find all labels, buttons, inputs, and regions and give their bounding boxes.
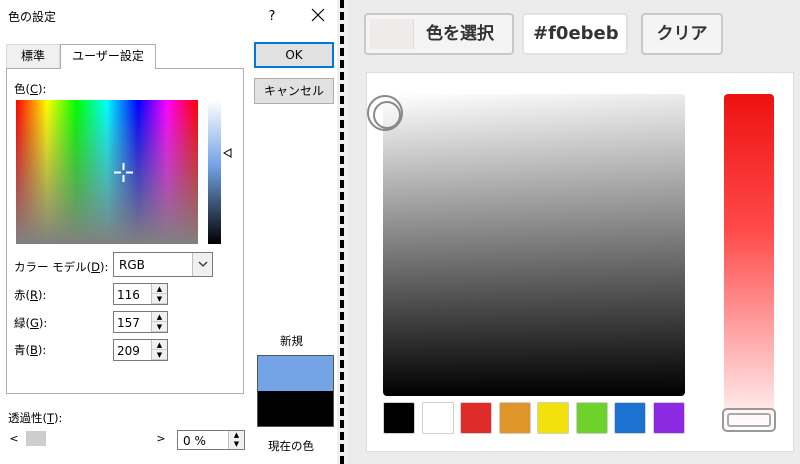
new-color-swatch — [257, 355, 334, 391]
select-color-button[interactable]: 色を選択 — [364, 13, 514, 55]
hue-slider-handle[interactable] — [722, 408, 776, 432]
picker-card — [366, 72, 794, 452]
transparency-label: 透過性(T): — [8, 411, 63, 425]
blue-stepper[interactable]: ▲ ▼ — [151, 340, 167, 360]
saturation-value-area[interactable] — [383, 94, 685, 396]
hue-slider[interactable] — [724, 94, 774, 434]
tab-custom[interactable]: ユーザー設定 — [60, 44, 156, 69]
green-input[interactable]: 157 ▲ ▼ — [113, 311, 168, 333]
swatch-black[interactable] — [383, 402, 415, 434]
color-model-label: カラー モデル(D): — [14, 260, 109, 274]
luminance-arrow-icon[interactable] — [223, 148, 232, 158]
swatch-white[interactable] — [421, 402, 454, 434]
dialog-titlebar: 色の設定 ? — [0, 0, 337, 32]
blue-label: 青(B): — [14, 343, 47, 357]
dialog-title: 色の設定 — [8, 10, 57, 24]
swatch-red[interactable] — [460, 402, 492, 434]
transparency-stepper[interactable]: ▲ ▼ — [228, 431, 244, 449]
crosshair-icon — [114, 163, 133, 182]
chevron-right-icon[interactable]: > — [153, 430, 169, 447]
luminance-slider[interactable] — [208, 100, 221, 244]
color-model-select[interactable]: RGB — [113, 252, 213, 277]
web-color-picker: 色を選択 #f0ebeb クリア — [348, 0, 800, 464]
current-color-swatch — [257, 391, 334, 427]
current-color-label: 現在の色 — [268, 439, 314, 453]
cancel-button[interactable]: キャンセル — [254, 78, 334, 104]
select-color-label: 色を選択 — [426, 24, 494, 44]
chevron-left-icon[interactable]: < — [6, 430, 22, 447]
swatch-purple[interactable] — [652, 402, 685, 434]
swatch-yellow[interactable] — [537, 402, 569, 434]
hex-input[interactable]: #f0ebeb — [522, 13, 628, 55]
new-color-label: 新規 — [280, 334, 303, 348]
transparency-slider-thumb[interactable] — [26, 431, 46, 446]
color-spectrum[interactable] — [16, 100, 198, 244]
close-button[interactable] — [303, 4, 333, 28]
transparency-input[interactable]: 0 % ▲ ▼ — [177, 430, 245, 450]
swatch-blue[interactable] — [614, 402, 646, 434]
saturation-handle[interactable] — [367, 95, 403, 131]
red-input[interactable]: 116 ▲ ▼ — [113, 283, 168, 305]
color-dialog: 色の設定 ? 標準 ユーザー設定 色(C): カラー モデル(D): RGB 赤… — [0, 0, 337, 464]
swatch-orange[interactable] — [498, 402, 531, 434]
selected-color-preview — [370, 19, 414, 49]
green-label: 緑(G): — [14, 316, 48, 330]
swatch-green[interactable] — [575, 402, 608, 434]
transparency-slider[interactable]: < > — [6, 430, 172, 447]
chevron-down-icon[interactable] — [192, 253, 212, 276]
ok-button[interactable]: OK — [254, 42, 334, 68]
tab-standard[interactable]: 標準 — [6, 44, 60, 68]
red-stepper[interactable]: ▲ ▼ — [151, 284, 167, 304]
red-label: 赤(R): — [14, 288, 47, 302]
close-icon — [311, 8, 325, 22]
clear-button[interactable]: クリア — [641, 13, 723, 55]
color-label: 色(C): — [14, 82, 47, 96]
blue-input[interactable]: 209 ▲ ▼ — [113, 339, 168, 361]
green-stepper[interactable]: ▲ ▼ — [151, 312, 167, 332]
color-model-value: RGB — [119, 258, 145, 272]
panel-divider — [340, 0, 344, 464]
help-button[interactable]: ? — [260, 6, 284, 28]
